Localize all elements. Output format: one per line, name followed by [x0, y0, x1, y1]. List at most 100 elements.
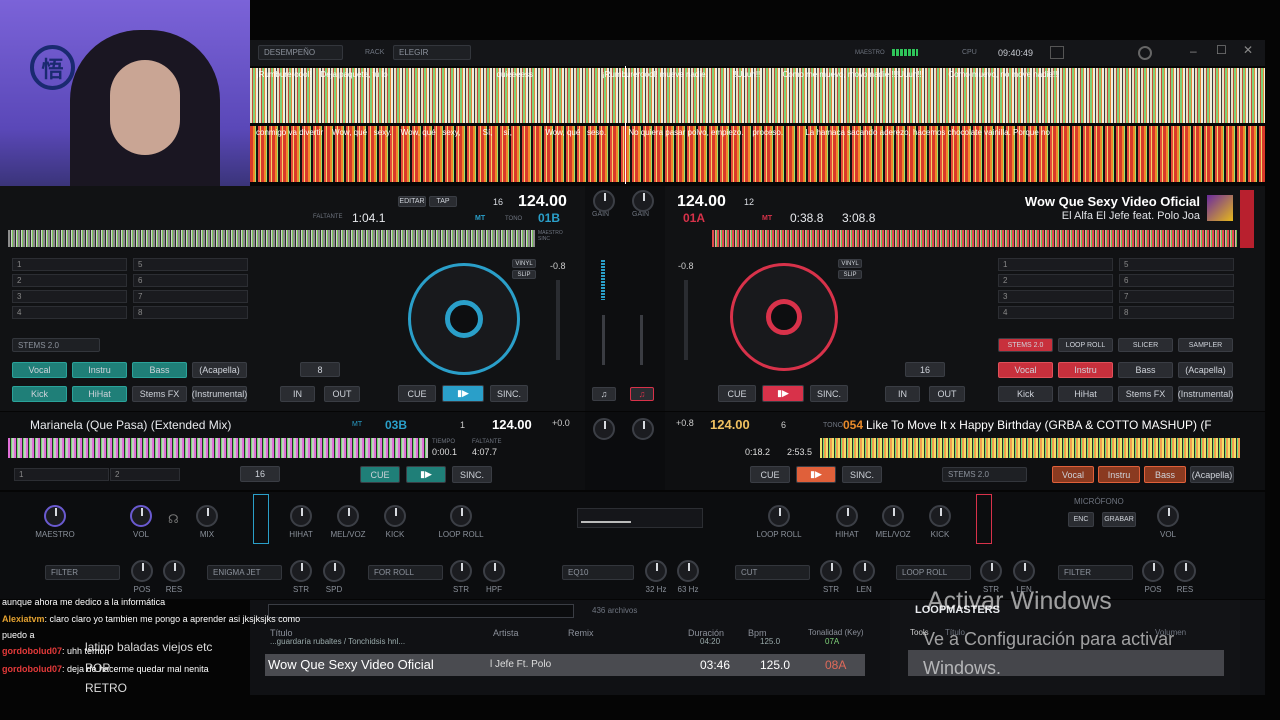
deck-b-stem-hihat[interactable]: HiHat — [1058, 386, 1113, 402]
deck-c-slot-2[interactable]: 2 — [110, 468, 180, 481]
fx-b-melvoz-knob[interactable] — [882, 505, 904, 527]
fx2-forroll-select[interactable]: FOR ROLL — [368, 565, 443, 580]
deck-b-stem-instrumental[interactable]: (Instrumental) — [1178, 386, 1233, 402]
deck-b-play-button[interactable]: ▮▶ — [762, 385, 804, 402]
fx-deck-a-tab[interactable] — [253, 494, 269, 544]
deck-c-play-button[interactable]: ▮▶ — [406, 466, 446, 483]
deck-a-slip-button[interactable]: SLIP — [512, 270, 536, 279]
deck-a-play-button[interactable]: ▮▶ — [442, 385, 484, 402]
fx-loop-roll-knob[interactable] — [450, 505, 472, 527]
deck-b-pitch-slider[interactable] — [684, 280, 688, 360]
fx2-b-len2-knob[interactable] — [1013, 560, 1035, 582]
fx-deck-b-tab[interactable] — [976, 494, 992, 544]
fx2-b-filter-select[interactable]: FILTER — [1058, 565, 1133, 580]
mixer-fader-a[interactable] — [602, 315, 605, 365]
mic-record-button[interactable]: GRABAR — [1102, 512, 1136, 527]
fx-mix-knob[interactable] — [196, 505, 218, 527]
deck-b-loop-value[interactable]: 16 — [905, 362, 945, 377]
deck-a-stem-instrumental[interactable]: (Instrumental) — [192, 386, 247, 402]
mixer-fader-b[interactable] — [640, 315, 643, 365]
close-icon[interactable]: ✕ — [1243, 43, 1253, 57]
deck-b-hotcue-5[interactable]: 5 — [1119, 258, 1234, 271]
deck-c-loop-value[interactable]: 16 — [240, 466, 280, 482]
deck-c-sync-button[interactable]: SINC. — [452, 466, 492, 483]
fx2-loop-roll-select[interactable]: LOOP ROLL — [896, 565, 971, 580]
layout-select[interactable]: DESEMPEÑO — [258, 45, 343, 60]
rack-select[interactable]: ELEGIR — [393, 45, 471, 60]
deck-c-slot-1[interactable]: 1 — [14, 468, 109, 481]
deck-b-overview-waveform[interactable] — [712, 230, 1237, 247]
browser-search-input[interactable] — [268, 604, 574, 618]
deck-a-stem-fx[interactable]: Stems FX — [132, 386, 187, 402]
deck-a-stems-select[interactable]: STEMS 2.0 — [12, 338, 100, 352]
deck-b-hotcue-2[interactable]: 2 — [998, 274, 1113, 287]
fx2-enigma-select[interactable]: ENIGMA JET — [207, 565, 282, 580]
deck-a-in-button[interactable]: IN — [280, 386, 315, 402]
deck-b-stem-acapella[interactable]: (Acapella) — [1178, 362, 1233, 378]
deck-b-stem-instru[interactable]: Instru — [1058, 362, 1113, 378]
deck-a-jogwheel[interactable] — [408, 263, 520, 375]
deck-a-hotcue-5[interactable]: 5 — [133, 258, 248, 271]
fx2-str-knob[interactable] — [290, 560, 312, 582]
fx2-filter-select[interactable]: FILTER — [45, 565, 120, 580]
deck-b-hotcue-8[interactable]: 8 — [1119, 306, 1234, 319]
crossfader-handle[interactable] — [581, 513, 631, 523]
fx-b-hihat-knob[interactable] — [836, 505, 858, 527]
fx-kick-knob[interactable] — [384, 505, 406, 527]
deck-b-pad-stems[interactable]: STEMS 2.0 — [998, 338, 1053, 352]
deck-c-overview-waveform[interactable] — [8, 438, 428, 458]
deck-a-hotcue-2[interactable]: 2 — [12, 274, 127, 287]
deck-d-play-button[interactable]: ▮▶ — [796, 466, 836, 483]
deck-b-jogwheel[interactable] — [730, 263, 838, 371]
deck-a-hotcue-7[interactable]: 7 — [133, 290, 248, 303]
maximize-icon[interactable]: ☐ — [1216, 43, 1227, 57]
deck-a-loop-value[interactable]: 8 — [300, 362, 340, 377]
deck-b-sync-button[interactable]: SINC. — [810, 385, 848, 402]
deck-d-stems-select[interactable]: STEMS 2.0 — [942, 467, 1027, 482]
fx-hihat-knob[interactable] — [290, 505, 312, 527]
deck-b-hotcue-1[interactable]: 1 — [998, 258, 1113, 271]
mic-vol-knob[interactable] — [1157, 505, 1179, 527]
deck-b-slip-button[interactable]: SLIP — [838, 270, 862, 279]
fx2-spd-knob[interactable] — [323, 560, 345, 582]
fx2-b-str2-knob[interactable] — [980, 560, 1002, 582]
fx2-hpf-knob[interactable] — [483, 560, 505, 582]
mixer-gain-a-knob[interactable] — [593, 190, 615, 212]
deck-a-stem-kick[interactable]: Kick — [12, 386, 67, 402]
mixer-c-gain-knob[interactable] — [593, 418, 615, 440]
deck-a-hotcue-1[interactable]: 1 — [12, 258, 127, 271]
deck-a-stem-instru[interactable]: Instru — [72, 362, 127, 378]
deck-b-hotcue-4[interactable]: 4 — [998, 306, 1113, 319]
table-row[interactable]: ...guardaría rubaltes / Tonchidsis hnl..… — [265, 637, 865, 649]
deck-a-overview-waveform[interactable] — [8, 230, 535, 247]
deck-a-sync-button[interactable]: SINC. — [490, 385, 528, 402]
deck-a-hotcue-4[interactable]: 4 — [12, 306, 127, 319]
fx2-cut-select[interactable]: CUT — [735, 565, 810, 580]
fx-melvoz-knob[interactable] — [337, 505, 359, 527]
deck-d-sync-button[interactable]: SINC. — [842, 466, 882, 483]
fx2-63hz-knob[interactable] — [677, 560, 699, 582]
deck-b-stem-kick[interactable]: Kick — [998, 386, 1053, 402]
mixer-headphone-a-icon[interactable]: ♫ — [592, 387, 616, 401]
minimize-icon[interactable]: – — [1190, 44, 1197, 58]
deck-c-cue-button[interactable]: CUE — [360, 466, 400, 483]
deck-a-vinyl-button[interactable]: VINYL — [512, 259, 536, 268]
mixer-d-gain-knob[interactable] — [632, 418, 654, 440]
deck-d-stem-vocal[interactable]: Vocal — [1052, 466, 1094, 483]
deck-a-hotcue-3[interactable]: 3 — [12, 290, 127, 303]
deck-a-stem-vocal[interactable]: Vocal — [12, 362, 67, 378]
fx2-eq-select[interactable]: EQ10 — [562, 565, 634, 580]
deck-b-stem-fx[interactable]: Stems FX — [1118, 386, 1173, 402]
deck-d-stem-instru[interactable]: Instru — [1098, 466, 1140, 483]
deck-d-overview-waveform[interactable] — [820, 438, 1240, 458]
fx-maestro-knob[interactable] — [44, 505, 66, 527]
deck-b-vinyl-button[interactable]: VINYL — [838, 259, 862, 268]
fx2-b-str-knob[interactable] — [820, 560, 842, 582]
fx-headphone-icon[interactable]: ☊ — [168, 512, 179, 526]
settings-icon[interactable] — [1138, 46, 1152, 60]
fx2-pos-knob[interactable] — [131, 560, 153, 582]
deck-a-stem-acapella[interactable]: (Acapella) — [192, 362, 247, 378]
deck-b-pad-slicer[interactable]: SLICER — [1118, 338, 1173, 352]
deck-a-cue-button[interactable]: CUE — [398, 385, 436, 402]
table-row-selected[interactable]: Wow Que Sexy Video Oficial l Jefe Ft. Po… — [265, 654, 865, 676]
